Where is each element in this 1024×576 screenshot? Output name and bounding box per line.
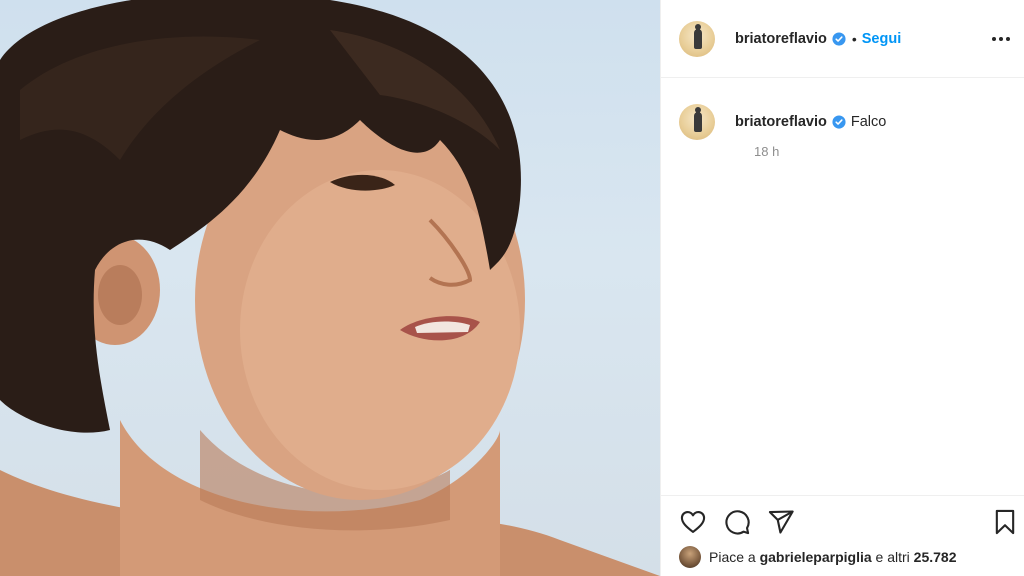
post-timestamp[interactable]: 18 h — [754, 144, 779, 159]
caption-text: Falco — [850, 114, 887, 130]
header-separator: • — [851, 30, 857, 47]
bookmark-icon[interactable] — [991, 508, 1019, 536]
follow-button[interactable]: Segui — [862, 31, 901, 47]
likes-prefix: Piace a — [709, 549, 756, 565]
liker-avatar[interactable] — [679, 546, 701, 568]
more-options-icon[interactable] — [989, 27, 1013, 51]
likes-summary[interactable]: Piace a gabrieleparpiglia e altri 25.782 — [679, 545, 956, 569]
post-actions-bar — [661, 495, 1024, 535]
author-avatar[interactable] — [679, 20, 715, 57]
photo-illustration — [0, 0, 660, 576]
liker-username[interactable]: gabrieleparpiglia — [760, 549, 872, 565]
verified-badge-icon — [832, 115, 846, 129]
verified-badge-icon — [832, 31, 846, 46]
share-icon[interactable] — [767, 508, 795, 536]
post-photo[interactable] — [0, 0, 660, 576]
post-side-panel: briatoreflavio • Segui briatoreflavio Fa… — [660, 0, 1024, 576]
likes-count[interactable]: 25.782 — [914, 549, 957, 565]
comment-icon[interactable] — [723, 508, 751, 536]
author-username[interactable]: briatoreflavio — [735, 31, 827, 47]
caption-author-avatar[interactable] — [679, 104, 715, 140]
likes-middle: e altri — [875, 549, 910, 565]
caption-author-username[interactable]: briatoreflavio — [735, 114, 827, 130]
post-header: briatoreflavio • Segui — [661, 0, 1024, 78]
post-caption: briatoreflavio Falco 18 h — [679, 104, 1009, 159]
heart-icon[interactable] — [679, 508, 707, 536]
